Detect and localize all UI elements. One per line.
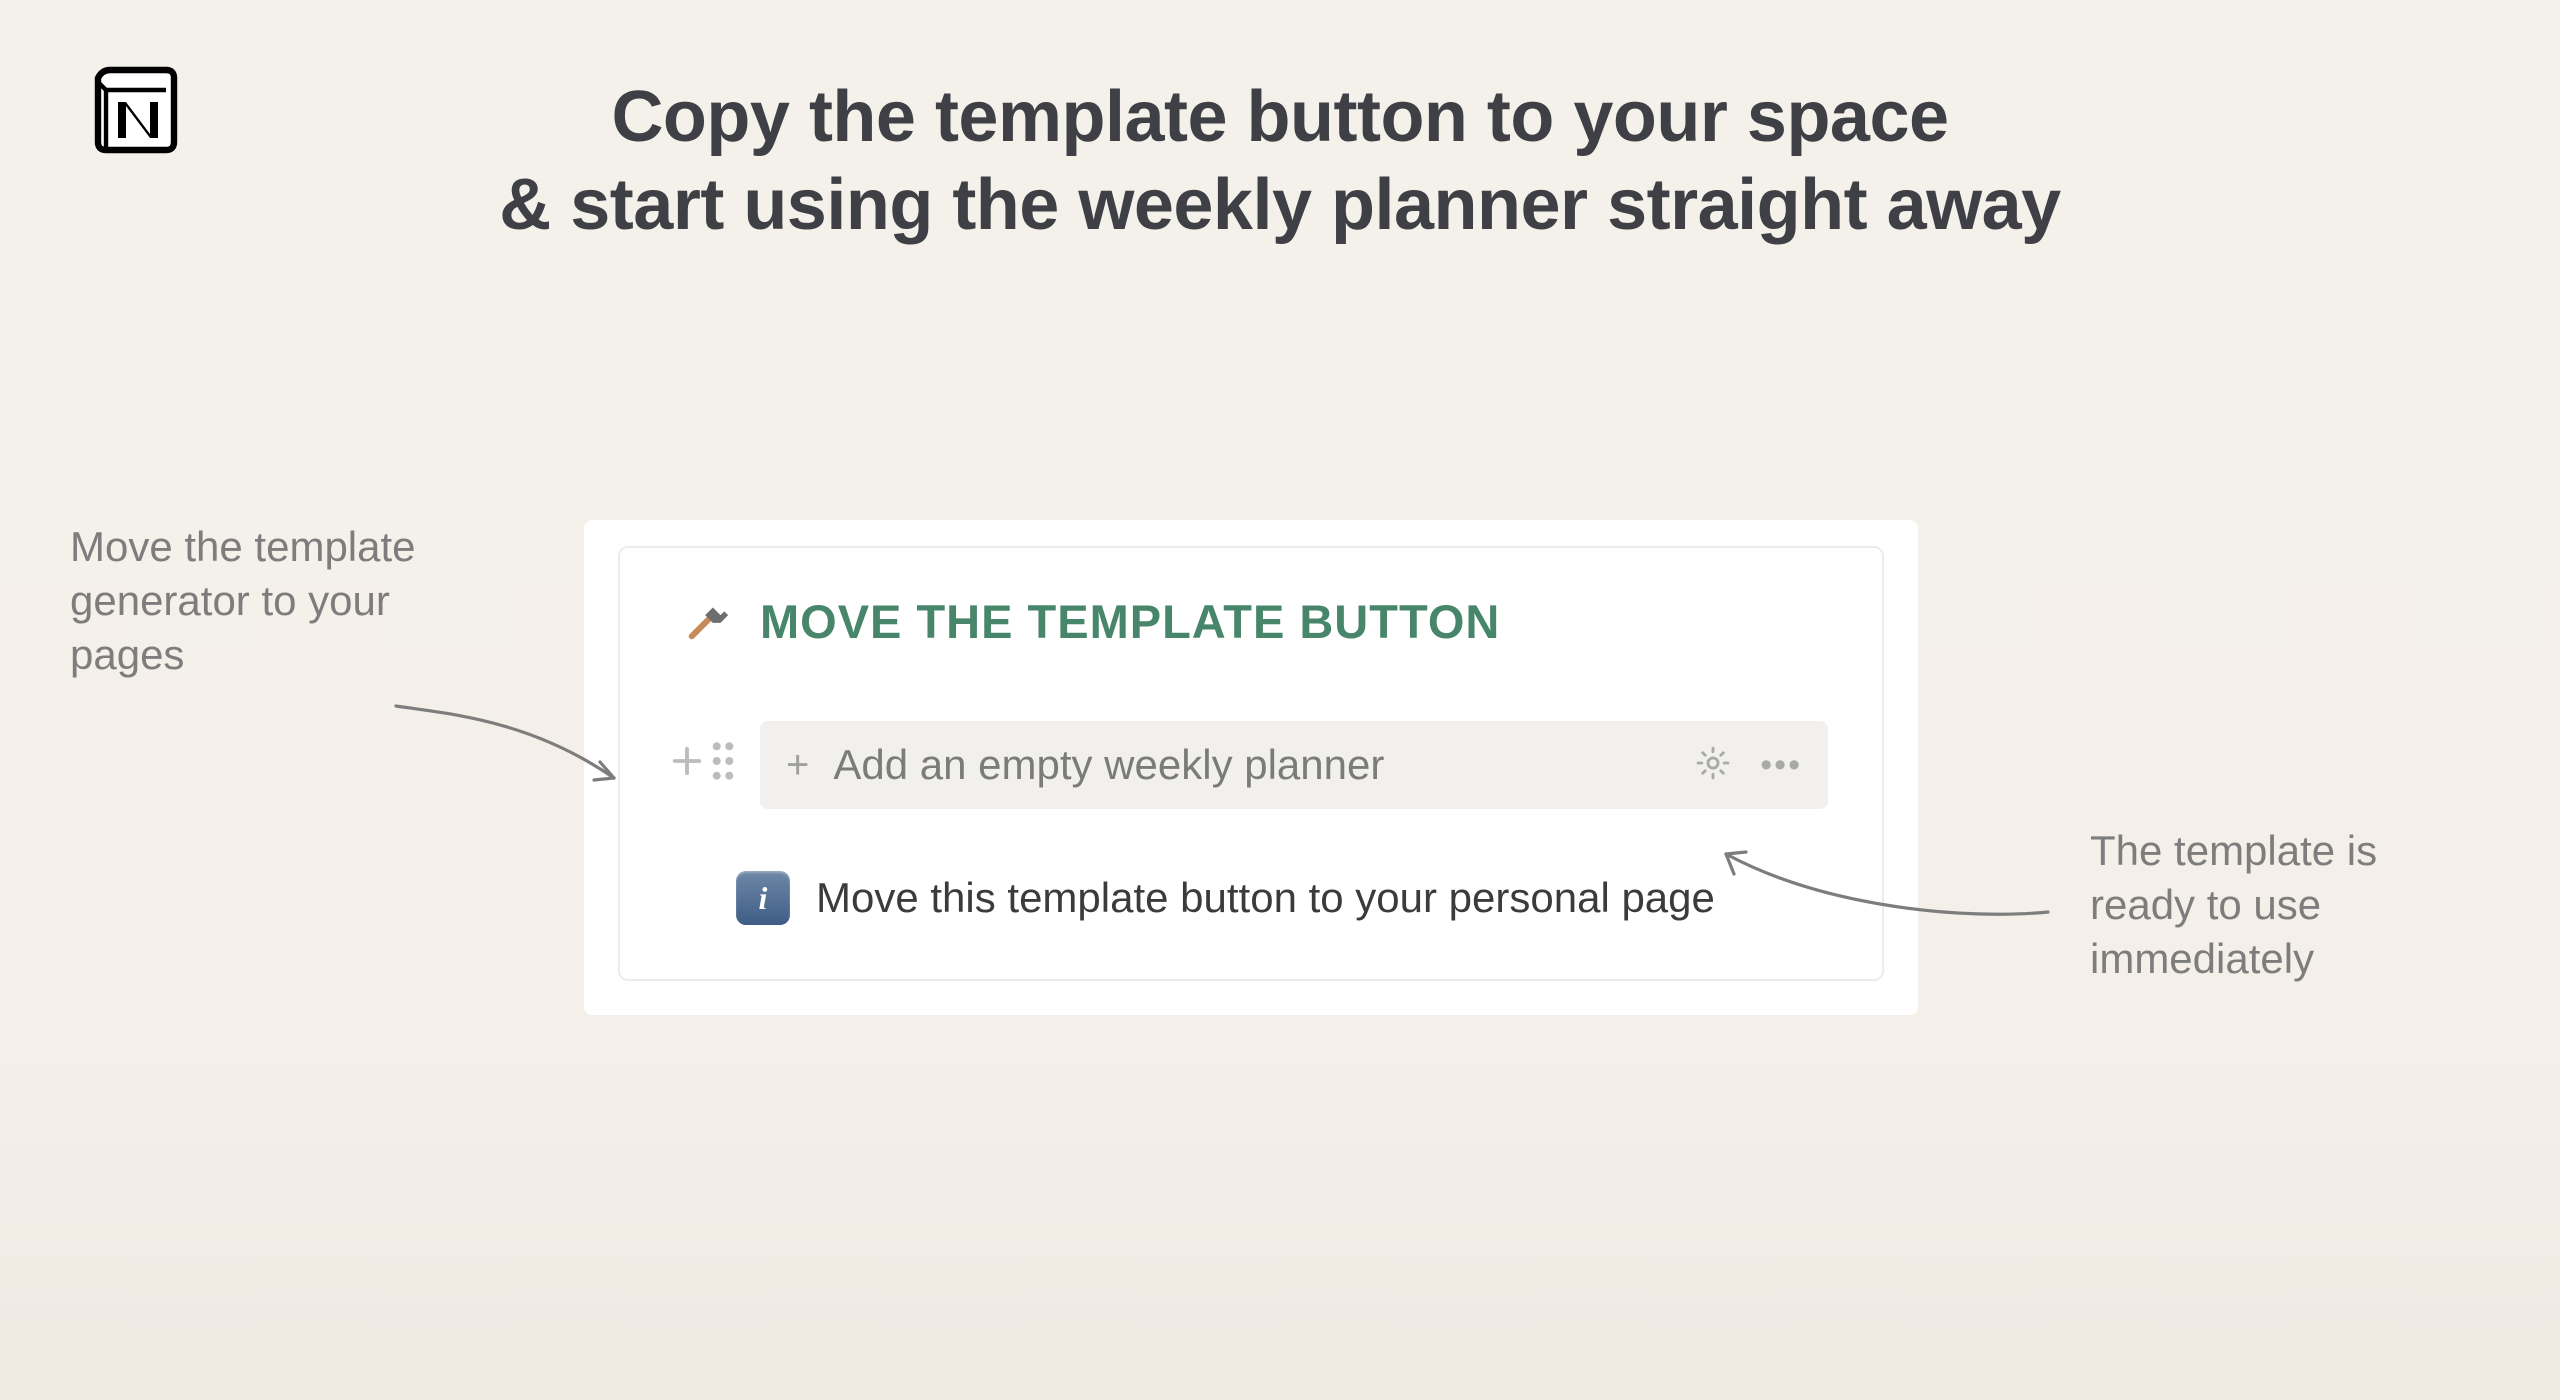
card-header: MOVE THE TEMPLATE BUTTON bbox=[686, 594, 1828, 649]
card-inner: MOVE THE TEMPLATE BUTTON + Add an empty … bbox=[618, 546, 1884, 981]
block-row: + Add an empty weekly planner ••• bbox=[676, 721, 1828, 809]
more-icon[interactable]: ••• bbox=[1760, 746, 1802, 785]
gear-icon[interactable] bbox=[1694, 744, 1732, 787]
arrow-right-icon bbox=[1706, 842, 2056, 932]
card-title: MOVE THE TEMPLATE BUTTON bbox=[760, 594, 1500, 649]
template-button[interactable]: + Add an empty weekly planner ••• bbox=[760, 721, 1828, 809]
heading-line-2: & start using the weekly planner straigh… bbox=[499, 165, 2060, 245]
hammer-icon bbox=[686, 596, 732, 647]
page-heading: Copy the template button to your space &… bbox=[0, 74, 2560, 250]
info-text: Move this template button to your person… bbox=[816, 874, 1715, 922]
info-row: i Move this template button to your pers… bbox=[736, 871, 1828, 925]
plus-icon: + bbox=[786, 743, 809, 788]
annotation-left: Move the template generator to your page… bbox=[70, 520, 490, 681]
template-button-label: Add an empty weekly planner bbox=[833, 741, 1694, 789]
drag-handle-icon[interactable] bbox=[708, 735, 738, 795]
card: MOVE THE TEMPLATE BUTTON + Add an empty … bbox=[584, 520, 1918, 1015]
annotation-right: The template is ready to use immediately bbox=[2090, 824, 2450, 985]
add-block-icon[interactable] bbox=[666, 735, 708, 795]
heading-line-1: Copy the template button to your space bbox=[611, 77, 1948, 157]
arrow-left-icon bbox=[390, 700, 634, 800]
info-icon: i bbox=[736, 871, 790, 925]
